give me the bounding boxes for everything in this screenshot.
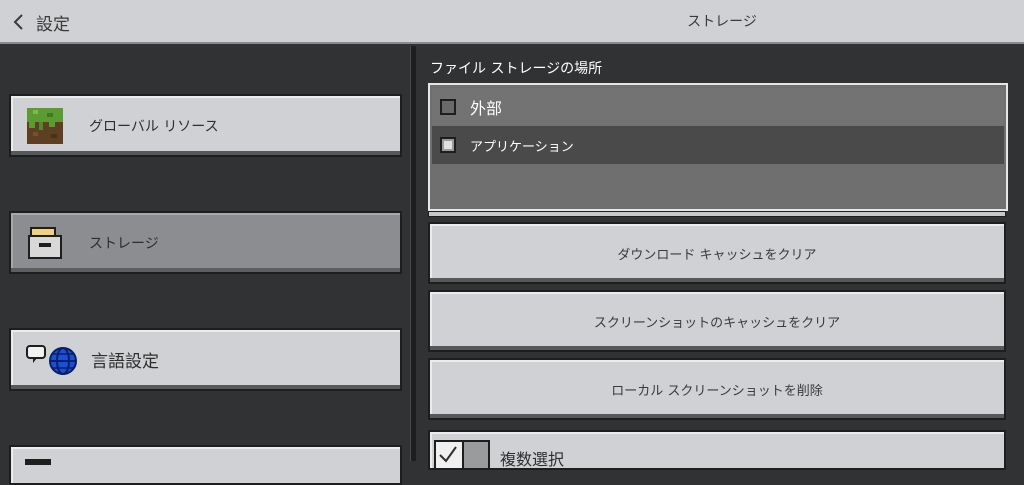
top-bar: 設定 ストレージ [0,0,1024,44]
language-globe-icon [26,345,77,375]
storage-box-shadow [428,211,1006,217]
sidebar-item-label: ストレージ [89,235,159,252]
storage-option-external[interactable]: 外部 [432,88,1004,126]
sidebar-item-partial[interactable] [9,445,402,485]
folder-icon [28,227,62,259]
back-label: 設定 [36,14,70,35]
multi-select-row: 複数選択 [428,430,1006,470]
clear-screenshot-cache-button[interactable]: スクリーンショットのキャッシュをクリア [428,290,1006,352]
multi-select-toggle[interactable] [434,440,490,470]
grass-block-icon [27,108,63,144]
checkmark-icon [439,446,457,463]
delete-local-screenshots-button[interactable]: ローカル スクリーンショットを削除 [428,358,1006,420]
toggle-knob [436,442,464,468]
menu-icon [25,459,51,465]
chevron-left-icon [13,14,23,30]
sidebar-item-global-resources[interactable]: グローバル リソース [9,94,402,157]
storage-location-title: ファイル ストレージの場所 [430,61,603,77]
page-title: ストレージ [687,14,757,30]
radio-unchecked-icon [440,99,456,115]
storage-option-label: 外部 [470,99,503,118]
back-button[interactable]: 設定 [12,9,70,35]
sidebar-item-label: 言語設定 [91,352,159,372]
clear-download-cache-button[interactable]: ダウンロード キャッシュをクリア [428,222,1006,284]
sidebar-item-language[interactable]: 言語設定 [9,328,402,391]
storage-option-application[interactable]: アプリケーション [432,126,1004,164]
storage-location-list: 外部 アプリケーション [428,83,1008,211]
sidebar-item-label: グローバル リソース [89,118,219,135]
radio-checked-icon [440,137,456,153]
multi-select-label: 複数選択 [500,450,565,469]
storage-option-label: アプリケーション [470,139,574,155]
sidebar-item-storage[interactable]: ストレージ [9,211,402,274]
